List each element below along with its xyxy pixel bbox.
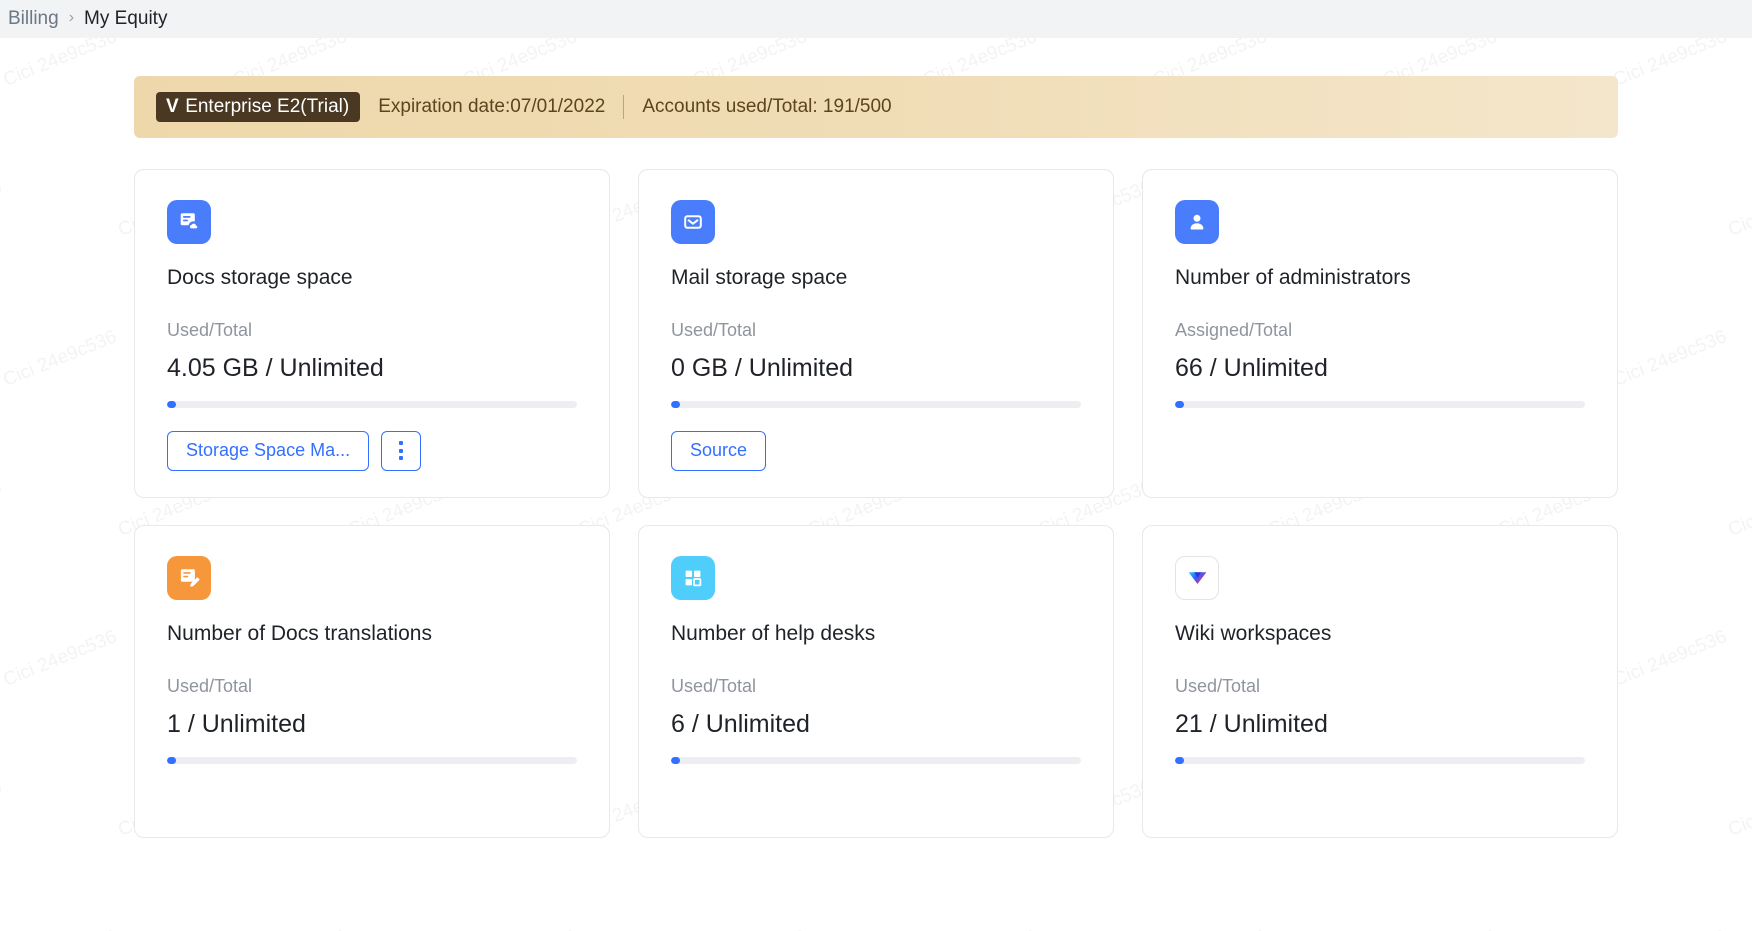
equity-card: Number of administrators Assigned/Total 66… — [1142, 169, 1618, 498]
page-body: Cici 24e9c536 Cici 24e9c536 Cici 24e9c536 C… — [0, 38, 1752, 931]
card-spacer — [671, 764, 1081, 811]
card-metric-value: 4.05 GB / Unlimited — [167, 353, 577, 383]
watermark-text: Cici 24e9c536 — [0, 926, 120, 931]
equity-card: Number of help desks Used/Total 6 / Unlimi… — [638, 525, 1114, 838]
watermark-text: Cici 24e9c536 — [460, 926, 580, 931]
card-title: Number of help desks — [671, 621, 1081, 646]
card-title: Number of administrators — [1175, 265, 1585, 290]
source-button[interactable]: Source — [671, 431, 766, 471]
page-content: V Enterprise E2(Trial) Expiration date:0… — [0, 38, 1752, 838]
breadcrumb-item-my-equity: My Equity — [84, 8, 167, 30]
equity-card: Docs storage space Used/Total 4.05 GB / Un… — [134, 169, 610, 498]
card-spacer — [1175, 408, 1585, 471]
usage-progress-fill — [671, 401, 680, 408]
card-metric-value: 1 / Unlimited — [167, 709, 577, 739]
usage-progress-bar — [1175, 757, 1585, 764]
usage-progress-fill — [1175, 757, 1184, 764]
card-spacer — [167, 764, 577, 811]
breadcrumb: Billing › My Equity — [0, 0, 1752, 38]
card-title: Wiki workspaces — [1175, 621, 1585, 646]
card-metric-value: 6 / Unlimited — [671, 709, 1081, 739]
card-title: Number of Docs translations — [167, 621, 577, 646]
watermark-text: Cici 24e9c536 — [1150, 926, 1270, 931]
usage-progress-bar — [167, 757, 577, 764]
more-dot — [399, 441, 403, 445]
usage-progress-fill — [167, 757, 176, 764]
card-actions: Storage Space Ma... — [167, 431, 577, 471]
usage-progress-fill — [1175, 401, 1184, 408]
card-metric-value: 21 / Unlimited — [1175, 709, 1585, 739]
more-dot — [399, 449, 403, 453]
administrator-icon — [1175, 200, 1219, 244]
watermark-text: Cici 24e9c536 — [1610, 926, 1730, 931]
usage-progress-bar — [1175, 401, 1585, 408]
card-title: Docs storage space — [167, 265, 577, 290]
watermark-text: Cici 24e9c536 — [230, 926, 350, 931]
card-title: Mail storage space — [671, 265, 1081, 290]
watermark-text: Cici 24e9c536 — [920, 926, 1040, 931]
equity-card: Mail storage space Used/Total 0 GB / Unlim… — [638, 169, 1114, 498]
card-metric-label: Used/Total — [1175, 676, 1585, 698]
usage-progress-fill — [671, 757, 680, 764]
more-options-button[interactable] — [381, 431, 421, 471]
docs-cloud-icon — [167, 200, 211, 244]
expiration-date-text: Expiration date:07/01/2022 — [360, 96, 623, 118]
usage-progress-bar — [671, 757, 1081, 764]
equity-card: Wiki workspaces Used/Total 21 / Unlimited — [1142, 525, 1618, 838]
plan-badge: V Enterprise E2(Trial) — [156, 92, 360, 122]
accounts-used-text: Accounts used/Total: 191/500 — [624, 96, 909, 118]
card-metric-label: Used/Total — [671, 320, 1081, 342]
card-metric-label: Assigned/Total — [1175, 320, 1585, 342]
watermark-text: Cici 24e9c536 — [690, 926, 810, 931]
watermark-text: Cici 24e9c536 — [1380, 926, 1500, 931]
mail-icon — [671, 200, 715, 244]
breadcrumb-item-billing[interactable]: Billing — [8, 8, 59, 30]
card-spacer — [1175, 764, 1585, 811]
more-dot — [399, 456, 403, 460]
card-metric-label: Used/Total — [167, 320, 577, 342]
trial-banner: V Enterprise E2(Trial) Expiration date:0… — [134, 76, 1618, 138]
card-metric-value: 0 GB / Unlimited — [671, 353, 1081, 383]
card-actions: Source — [671, 431, 1081, 471]
usage-progress-bar — [671, 401, 1081, 408]
card-metric-label: Used/Total — [671, 676, 1081, 698]
storage-space-management-button[interactable]: Storage Space Ma... — [167, 431, 369, 471]
card-metric-label: Used/Total — [167, 676, 577, 698]
chevron-right-icon: › — [69, 10, 74, 26]
equity-cards-grid: Docs storage space Used/Total 4.05 GB / Un… — [134, 169, 1618, 838]
equity-card: Number of Docs translations Used/Total 1 /… — [134, 525, 610, 838]
help-desk-grid-icon — [671, 556, 715, 600]
usage-progress-bar — [167, 401, 577, 408]
docs-translation-icon — [167, 556, 211, 600]
card-metric-value: 66 / Unlimited — [1175, 353, 1585, 383]
usage-progress-fill — [167, 401, 176, 408]
wiki-logo-icon — [1175, 556, 1219, 600]
plan-badge-label: Enterprise E2(Trial) — [185, 97, 349, 116]
plan-logo-icon: V — [166, 97, 178, 116]
